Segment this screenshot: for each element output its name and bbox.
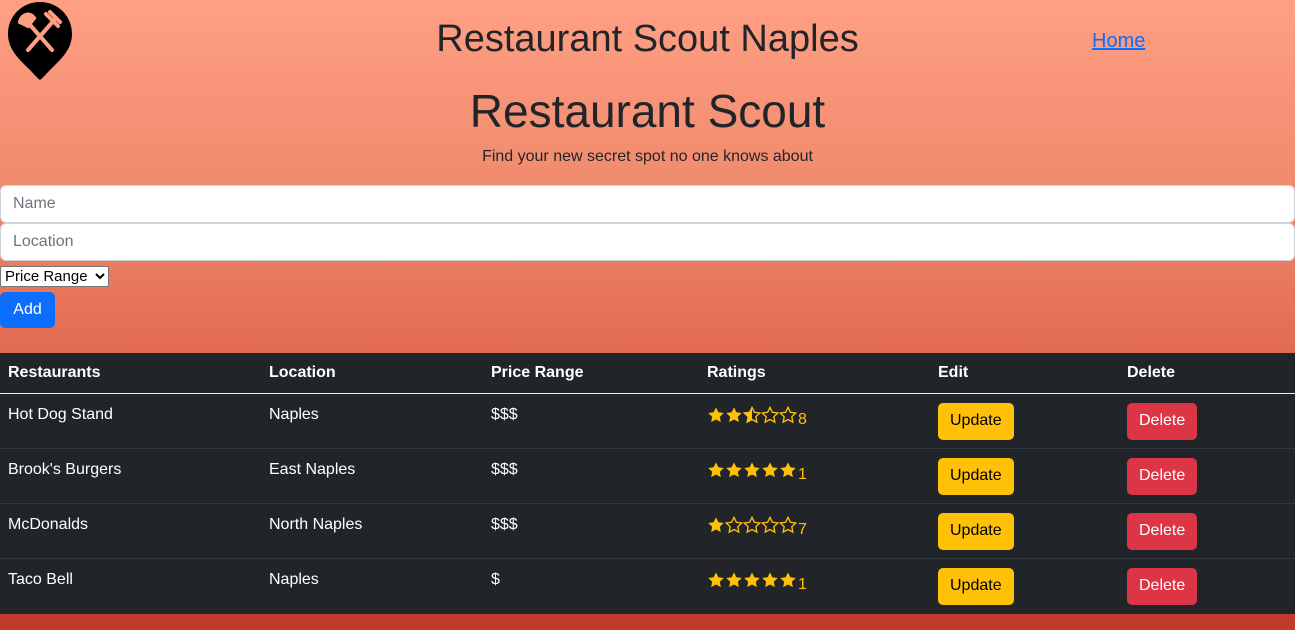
restaurant-name: McDonalds <box>0 503 261 559</box>
star-empty-icon <box>761 515 779 533</box>
restaurant-name: Hot Dog Stand <box>0 393 261 449</box>
header-location: Location <box>261 353 483 394</box>
restaurant-rating: 1 <box>699 558 930 613</box>
star-full-icon <box>726 571 742 587</box>
rating-count: 7 <box>798 520 807 538</box>
rating-count: 1 <box>798 465 807 483</box>
restaurant-name: Brook's Burgers <box>0 448 261 504</box>
star-empty-icon <box>761 405 779 423</box>
update-button[interactable]: Update <box>938 567 1014 605</box>
header-ratings: Ratings <box>699 353 930 394</box>
restaurant-location: Naples <box>269 570 319 588</box>
restaurant-rating: 1 <box>699 448 930 504</box>
star-full-icon <box>762 571 778 587</box>
star-full-icon <box>726 461 742 477</box>
restaurant-location: North Naples <box>261 503 483 559</box>
header-edit: Edit <box>930 353 1119 394</box>
restaurant-location: Naples <box>261 393 483 449</box>
update-button[interactable]: Update <box>938 512 1014 550</box>
star-full-icon <box>744 461 760 477</box>
restaurant-price: $$$ <box>483 448 699 504</box>
restaurant-price: $$$ <box>483 393 699 449</box>
star-full-icon <box>726 406 742 422</box>
delete-button[interactable]: Delete <box>1127 567 1198 605</box>
restaurant-name: Taco Bell <box>8 570 73 588</box>
header-price-range: Price Range <box>483 353 699 394</box>
price-range-select[interactable]: Price Range <box>0 266 109 287</box>
table-row: Brook's Burgers East Naples $$$ 1 Update… <box>0 448 1295 504</box>
hero-title: Restaurant Scout <box>469 85 826 137</box>
star-empty-icon <box>779 405 797 423</box>
location-input[interactable] <box>0 223 1295 261</box>
update-button[interactable]: Update <box>938 402 1014 440</box>
star-full-icon <box>708 571 724 587</box>
star-rating <box>707 571 797 589</box>
star-empty-icon <box>743 515 761 533</box>
delete-button[interactable]: Delete <box>1127 402 1198 440</box>
table-header-row: Restaurants Location Price Range Ratings… <box>0 353 1295 394</box>
add-button[interactable]: Add <box>0 292 55 328</box>
star-empty-icon <box>725 515 743 533</box>
name-input[interactable] <box>0 185 1295 223</box>
header-restaurants: Restaurants <box>0 353 261 394</box>
restaurant-location: East Naples <box>261 448 483 504</box>
update-button[interactable]: Update <box>938 457 1014 495</box>
star-full-icon <box>762 461 778 477</box>
delete-button[interactable]: Delete <box>1127 512 1198 550</box>
rating-count: 8 <box>798 410 807 428</box>
star-rating <box>707 461 797 479</box>
restaurant-rating: 7 <box>699 503 930 559</box>
table-row: McDonalds North Naples $$$ 7 Update Dele… <box>0 503 1295 559</box>
restaurant-price: $$$ <box>483 503 699 559</box>
restaurants-table: Restaurants Location Price Range Ratings… <box>0 353 1295 614</box>
header-delete: Delete <box>1119 353 1295 394</box>
table-row: Taco Bell Naples $ 1 Update Delete <box>0 558 1295 613</box>
star-rating <box>707 405 797 424</box>
table-row: Hot Dog Stand Naples $$$ 8 Update Delete <box>0 393 1295 449</box>
restaurant-rating: 8 <box>699 393 930 449</box>
restaurant-price: $ <box>491 570 500 588</box>
star-full-icon <box>708 516 724 532</box>
star-full-icon <box>780 461 796 477</box>
star-half-icon <box>743 405 761 423</box>
star-empty-icon <box>779 515 797 533</box>
star-full-icon <box>708 461 724 477</box>
rating-count: 1 <box>798 575 807 593</box>
star-full-icon <box>744 571 760 587</box>
hero-subtitle: Find your new secret spot no one knows a… <box>482 148 813 165</box>
home-link[interactable]: Home <box>1092 30 1145 53</box>
star-full-icon <box>780 571 796 587</box>
star-rating <box>707 515 797 534</box>
star-full-icon <box>708 406 724 422</box>
delete-button[interactable]: Delete <box>1127 457 1198 495</box>
